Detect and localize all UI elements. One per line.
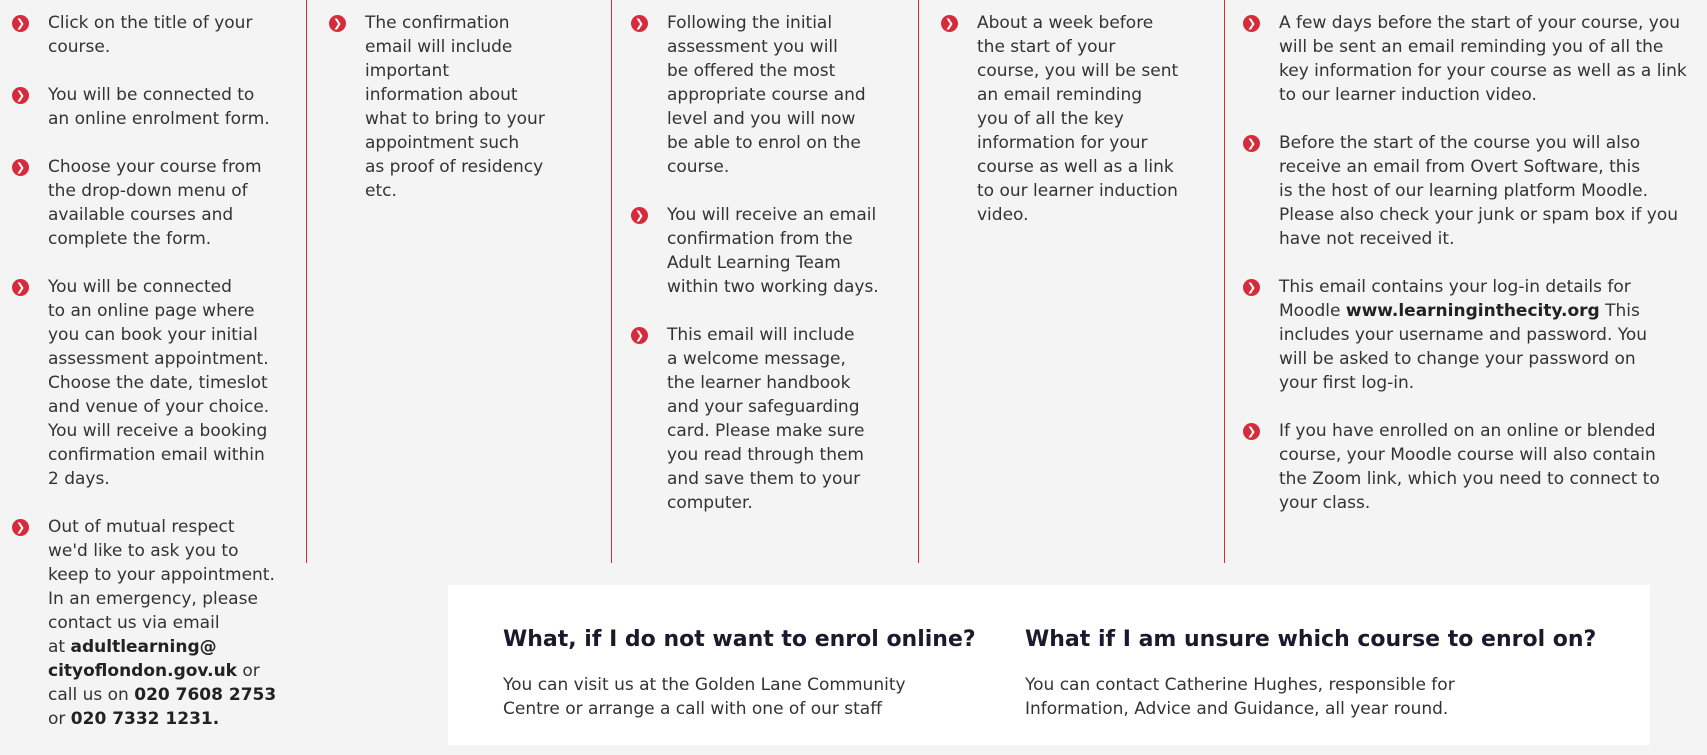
chevron-right-icon: ❯ (1243, 15, 1260, 32)
steps-list: ❯ Click on the title of your course. ❯ Y… (12, 11, 282, 755)
chevron-right-icon: ❯ (1243, 135, 1260, 152)
step-text: You will be connected to an online page … (48, 277, 270, 489)
step-item: ❯ Click on the title of your course. (12, 11, 282, 59)
step-text: Click on the title of your course. (48, 13, 253, 57)
chevron-right-icon: ❯ (631, 327, 648, 344)
offline-enrolment-section: What, if I do not want to enrol online? … (503, 625, 993, 721)
info-panel: What, if I do not want to enrol online? … (448, 585, 1650, 745)
steps-column-3: ❯ Following the initial assessment you w… (612, 0, 919, 563)
steps-column-5: ❯ A few days before the start of your co… (1225, 0, 1707, 563)
step-item: ❯ Out of mutual respect we'd like to ask… (12, 515, 282, 731)
step-item: ❯ Following the initial assessment you w… (631, 11, 911, 179)
chevron-right-icon: ❯ (1243, 423, 1260, 440)
chevron-right-icon: ❯ (12, 519, 29, 536)
step-item: ❯ If you have enrolled on an online or b… (1243, 419, 1707, 515)
steps-column-4: ❯ About a week before the start of your … (919, 0, 1225, 563)
moodle-link[interactable]: www.learninginthecity.org (1346, 301, 1600, 321)
step-item: ❯ A few days before the start of your co… (1243, 11, 1707, 107)
step-text-part: Out of mutual respect we'd like to ask y… (48, 517, 275, 657)
email-link[interactable]: adultlearning@ cityoflondon.gov.uk (48, 637, 237, 681)
steps-list: ❯ The confirmation email will include im… (329, 11, 579, 227)
step-text: If you have enrolled on an online or ble… (1279, 421, 1660, 513)
phone-number: 020 7608 2753 (134, 685, 277, 705)
step-text: The confirmation email will include impo… (365, 13, 545, 201)
step-item: ❯ This email contains your log-in detail… (1243, 275, 1707, 395)
chevron-right-icon: ❯ (12, 159, 29, 176)
step-text-part: or (48, 709, 66, 729)
chevron-right-icon: ❯ (12, 15, 29, 32)
steps-list: ❯ About a week before the start of your … (941, 11, 1211, 251)
step-item: ❯ The confirmation email will include im… (329, 11, 579, 203)
step-item: ❯ About a week before the start of your … (941, 11, 1211, 227)
step-text: Following the initial assessment you wil… (667, 13, 866, 177)
section-text: You can contact Catherine Hughes, respon… (1025, 675, 1455, 719)
step-item: ❯ Before the start of the course you wil… (1243, 131, 1707, 251)
phone-number: 020 7332 1231. (70, 709, 220, 729)
section-heading: What if I am unsure which course to enro… (1025, 627, 1597, 652)
chevron-right-icon: ❯ (12, 279, 29, 296)
step-text: You will receive an email confirmation f… (667, 205, 879, 297)
section-text: You can visit us at the Golden Lane Comm… (503, 675, 906, 719)
chevron-right-icon: ❯ (329, 15, 346, 32)
chevron-right-icon: ❯ (941, 15, 958, 32)
step-item: ❯ Choose your course from the drop-down … (12, 155, 282, 251)
step-item: ❯ You will be connected to an online pag… (12, 275, 282, 491)
step-item: ❯ You will receive an email confirmation… (631, 203, 911, 299)
chevron-right-icon: ❯ (631, 15, 648, 32)
step-text: This email will include a welcome messag… (667, 325, 865, 513)
step-item: ❯ This email will include a welcome mess… (631, 323, 911, 515)
step-text: You will be connected to an online enrol… (48, 85, 270, 129)
steps-list: ❯ Following the initial assessment you w… (631, 11, 911, 539)
steps-list: ❯ A few days before the start of your co… (1243, 11, 1707, 539)
step-text: Out of mutual respect we'd like to ask y… (48, 517, 276, 729)
course-advice-section: What if I am unsure which course to enro… (1025, 625, 1625, 721)
chevron-right-icon: ❯ (1243, 279, 1260, 296)
step-text: Before the start of the course you will … (1279, 133, 1679, 249)
steps-column-2: ❯ The confirmation email will include im… (307, 0, 612, 563)
step-text: About a week before the start of your co… (977, 13, 1179, 225)
section-heading: What, if I do not want to enrol online? (503, 627, 976, 652)
step-text: Choose your course from the drop-down me… (48, 157, 262, 249)
step-text: A few days before the start of your cour… (1279, 13, 1687, 105)
chevron-right-icon: ❯ (12, 87, 29, 104)
chevron-right-icon: ❯ (631, 207, 648, 224)
step-item: ❯ You will be connected to an online enr… (12, 83, 282, 131)
step-text: This email contains your log-in details … (1279, 277, 1647, 393)
steps-column-1: ❯ Click on the title of your course. ❯ Y… (0, 0, 307, 729)
